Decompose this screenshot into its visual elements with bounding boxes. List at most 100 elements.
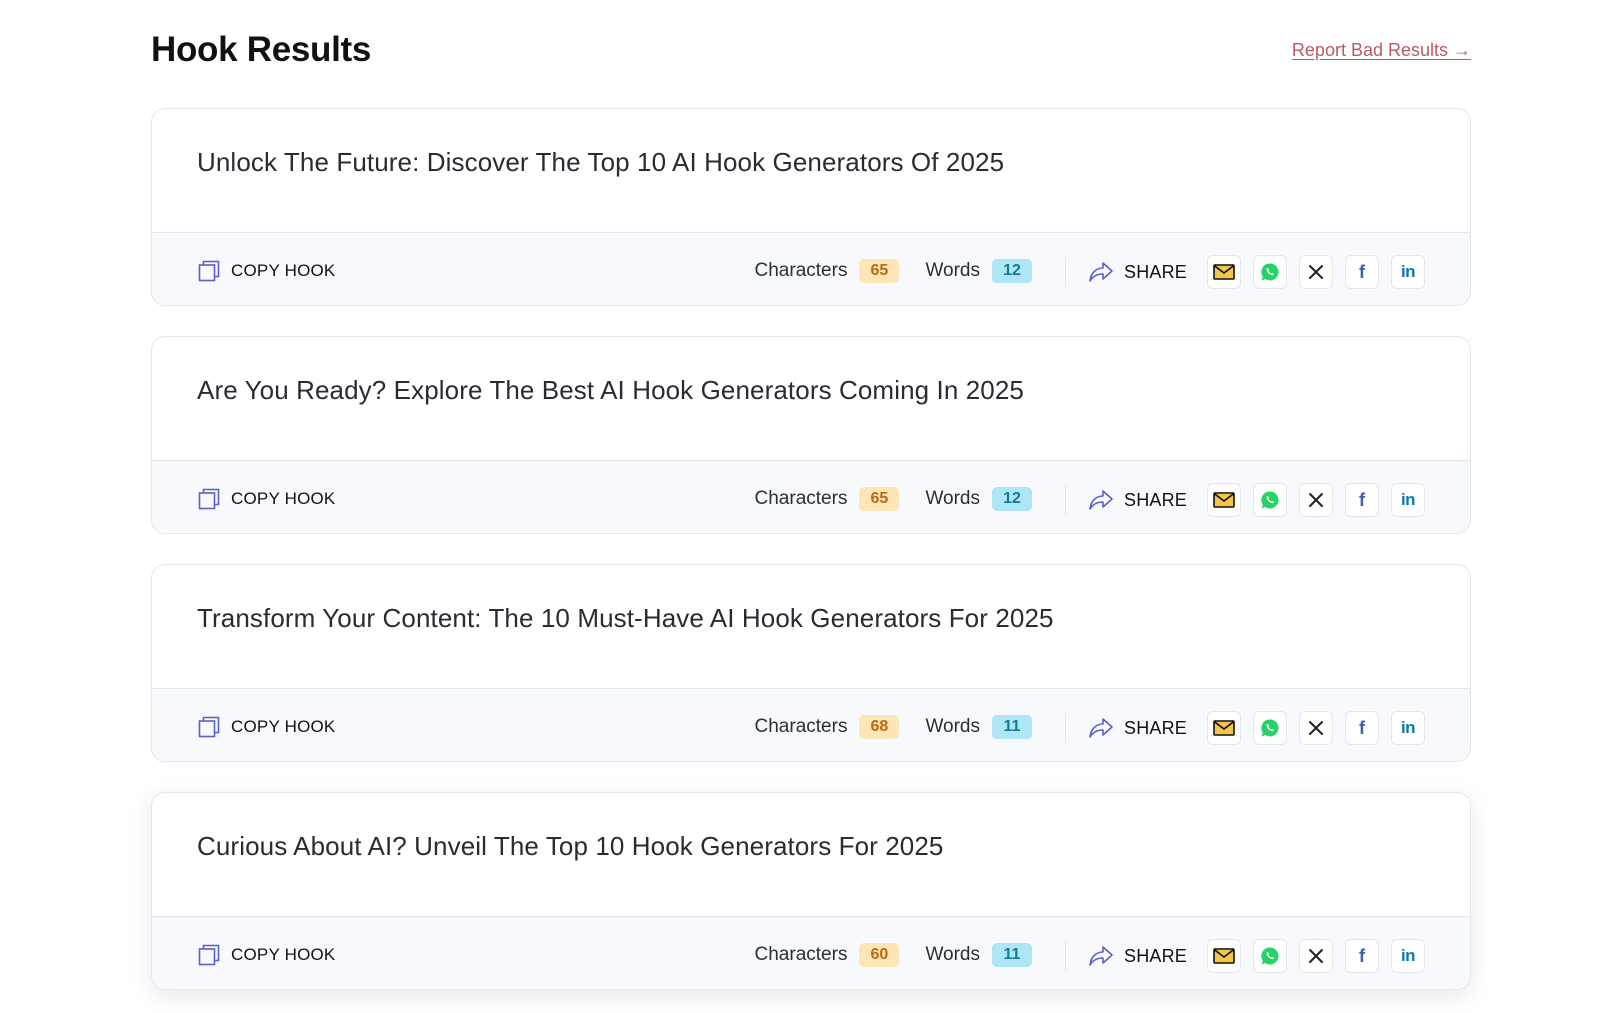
hook-card-footer: COPY HOOK Characters 68 Words 11 SHARE f… [152, 689, 1470, 761]
linkedin-icon: in [1400, 490, 1416, 509]
copy-hook-label: COPY HOOK [231, 717, 336, 736]
share-label: SHARE [1123, 261, 1187, 282]
hook-card-body: Are You Ready? Explore The Best AI Hook … [152, 337, 1470, 461]
facebook-icon: f [1359, 261, 1365, 282]
characters-count-badge: 68 [859, 715, 900, 739]
share-button[interactable]: SHARE [1088, 716, 1187, 740]
characters-label: Characters [754, 488, 848, 509]
footer-divider [1064, 257, 1066, 287]
social-share-buttons: f in [1207, 483, 1425, 517]
share-whatsapp-button[interactable] [1253, 483, 1287, 517]
share-x-button[interactable] [1299, 711, 1333, 745]
envelope-icon [1213, 264, 1235, 280]
whatsapp-icon [1260, 262, 1280, 282]
copy-hook-button[interactable]: COPY HOOK [197, 715, 335, 739]
facebook-icon: f [1359, 945, 1365, 966]
share-linkedin-button[interactable]: in [1391, 711, 1425, 745]
x-icon [1308, 264, 1324, 280]
hook-stats: Characters 65 Words 12 [755, 487, 1032, 511]
share-label: SHARE [1123, 945, 1187, 966]
hook-card-body: Transform Your Content: The 10 Must-Have… [152, 565, 1470, 689]
words-count-badge: 12 [992, 259, 1032, 283]
copy-hook-label: COPY HOOK [231, 261, 336, 280]
words-label: Words [925, 716, 980, 737]
share-email-button[interactable] [1207, 255, 1241, 289]
share-button[interactable]: SHARE [1088, 260, 1187, 284]
hook-text: Transform Your Content: The 10 Must-Have… [197, 603, 1054, 633]
share-x-button[interactable] [1299, 255, 1333, 289]
copy-hook-button[interactable]: COPY HOOK [197, 487, 335, 511]
share-button[interactable]: SHARE [1088, 944, 1187, 968]
report-bad-results-link[interactable]: Report Bad Results → [1292, 40, 1471, 61]
share-whatsapp-button[interactable] [1253, 711, 1287, 745]
share-linkedin-button[interactable]: in [1391, 255, 1425, 289]
share-facebook-button[interactable]: f [1345, 711, 1379, 745]
share-whatsapp-button[interactable] [1253, 255, 1287, 289]
envelope-icon [1213, 492, 1235, 508]
hook-text: Unlock The Future: Discover The Top 10 A… [197, 147, 1005, 177]
hook-list: Unlock The Future: Discover The Top 10 A… [151, 108, 1471, 990]
footer-divider [1064, 485, 1066, 515]
hook-card: Transform Your Content: The 10 Must-Have… [151, 564, 1471, 762]
share-x-button[interactable] [1299, 939, 1333, 973]
words-label: Words [925, 944, 980, 965]
copy-hook-button[interactable]: COPY HOOK [197, 259, 335, 283]
footer-divider [1064, 713, 1066, 743]
share-facebook-button[interactable]: f [1345, 483, 1379, 517]
copy-hook-button[interactable]: COPY HOOK [197, 943, 335, 967]
share-whatsapp-button[interactable] [1253, 939, 1287, 973]
share-x-button[interactable] [1299, 483, 1333, 517]
share-arrow-icon [1088, 716, 1114, 740]
hook-results-page: Hook Results Report Bad Results → Unlock… [151, 0, 1471, 990]
whatsapp-icon [1260, 490, 1280, 510]
copy-icon [197, 943, 221, 967]
social-share-buttons: f in [1207, 939, 1425, 973]
characters-label: Characters [754, 260, 848, 281]
x-icon [1308, 948, 1324, 964]
whatsapp-icon [1260, 946, 1280, 966]
hook-card: Are You Ready? Explore The Best AI Hook … [151, 336, 1471, 534]
linkedin-icon: in [1400, 262, 1416, 281]
x-icon [1308, 720, 1324, 736]
share-facebook-button[interactable]: f [1345, 939, 1379, 973]
facebook-icon: f [1359, 489, 1365, 510]
hook-card: Curious About AI? Unveil The Top 10 Hook… [151, 792, 1471, 990]
copy-icon [197, 259, 221, 283]
characters-count-badge: 65 [859, 259, 900, 283]
share-email-button[interactable] [1207, 711, 1241, 745]
share-label: SHARE [1123, 717, 1187, 738]
hook-card-footer: COPY HOOK Characters 65 Words 12 SHARE f… [152, 461, 1470, 533]
share-email-button[interactable] [1207, 483, 1241, 517]
words-label: Words [925, 488, 980, 509]
share-label: SHARE [1123, 489, 1187, 510]
characters-count-badge: 60 [859, 943, 900, 967]
hook-text: Curious About AI? Unveil The Top 10 Hook… [197, 831, 944, 861]
facebook-icon: f [1359, 717, 1365, 738]
share-email-button[interactable] [1207, 939, 1241, 973]
hook-stats: Characters 65 Words 12 [755, 259, 1032, 283]
share-linkedin-button[interactable]: in [1391, 939, 1425, 973]
social-share-buttons: f in [1207, 711, 1425, 745]
hook-card-body: Curious About AI? Unveil The Top 10 Hook… [152, 793, 1470, 917]
share-facebook-button[interactable]: f [1345, 255, 1379, 289]
words-count-badge: 11 [992, 715, 1032, 739]
copy-hook-label: COPY HOOK [231, 489, 336, 508]
share-arrow-icon [1088, 260, 1114, 284]
hook-card-footer: COPY HOOK Characters 60 Words 11 SHARE f… [152, 917, 1470, 989]
share-button[interactable]: SHARE [1088, 488, 1187, 512]
copy-hook-label: COPY HOOK [231, 945, 336, 964]
words-label: Words [925, 260, 980, 281]
share-arrow-icon [1088, 488, 1114, 512]
linkedin-icon: in [1400, 718, 1416, 737]
share-arrow-icon [1088, 944, 1114, 968]
share-linkedin-button[interactable]: in [1391, 483, 1425, 517]
page-title: Hook Results [151, 30, 372, 69]
words-count-badge: 11 [992, 943, 1032, 967]
envelope-icon [1213, 720, 1235, 736]
characters-label: Characters [754, 716, 848, 737]
envelope-icon [1213, 948, 1235, 964]
hook-stats: Characters 68 Words 11 [755, 715, 1032, 739]
words-count-badge: 12 [992, 487, 1032, 511]
hook-card-footer: COPY HOOK Characters 65 Words 12 SHARE f… [152, 233, 1470, 305]
characters-count-badge: 65 [859, 487, 900, 511]
